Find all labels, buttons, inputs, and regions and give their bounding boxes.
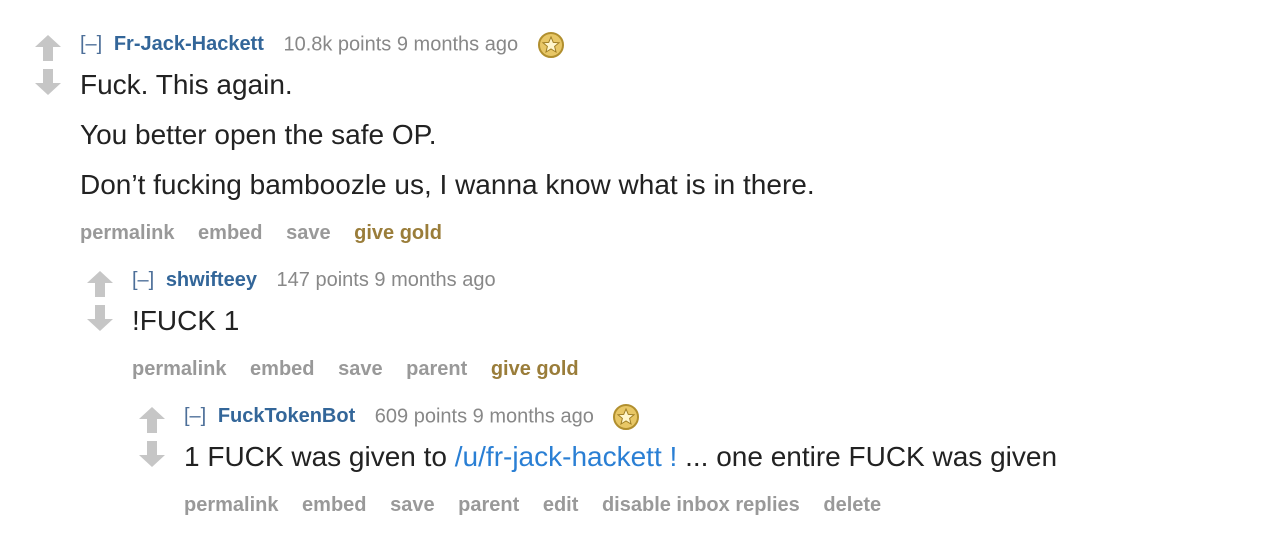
parent-button[interactable]: parent	[458, 494, 519, 516]
author-link[interactable]: Fr-Jack-Hackett	[114, 33, 264, 55]
embed-button[interactable]: embed	[198, 222, 262, 244]
comment-body: Fuck. This again. You better open the sa…	[80, 68, 815, 218]
downvote-arrow-icon[interactable]	[85, 303, 115, 333]
give-gold-button[interactable]: give gold	[354, 222, 442, 244]
embed-button[interactable]: embed	[302, 494, 366, 516]
collapse-toggle[interactable]: [–]	[132, 269, 154, 291]
body-text-pre: 1 FUCK was given to	[184, 441, 455, 472]
upvote-arrow-icon[interactable]	[137, 405, 167, 435]
comment-age: 9 months ago	[374, 269, 496, 291]
comment-score: 10.8k points	[283, 33, 392, 56]
comment-buttons: permalink embed save give gold	[80, 221, 460, 245]
comment-body: 1 FUCK was given to /u/fr-jack-hackett !…	[184, 440, 1057, 490]
parent-button[interactable]: parent	[406, 358, 467, 380]
save-button[interactable]: save	[286, 222, 331, 244]
save-button[interactable]: save	[390, 494, 435, 516]
comment-paragraph: !FUCK 1	[132, 305, 240, 336]
permalink-button[interactable]: permalink	[184, 494, 278, 516]
comment-tagline: [–] FuckTokenBot 609 points 9 months ago	[184, 404, 640, 430]
give-gold-button[interactable]: give gold	[491, 358, 579, 380]
downvote-arrow-icon[interactable]	[137, 439, 167, 469]
comment-paragraph: Fuck. This again.	[80, 69, 293, 100]
comment-paragraph: Don’t fucking bamboozle us, I wanna know…	[80, 169, 815, 200]
comment-score: 147 points	[276, 269, 369, 291]
user-link[interactable]: /u/fr-jack-hackett !	[455, 441, 678, 472]
collapse-toggle[interactable]: [–]	[80, 33, 102, 55]
comment-paragraph: 1 FUCK was given to /u/fr-jack-hackett !…	[184, 440, 1057, 474]
gilded-star-icon	[613, 404, 640, 430]
comment-paragraph: You better open the safe OP.	[80, 119, 437, 150]
comment-buttons: permalink embed save parent give gold	[132, 357, 597, 381]
comment-tagline: [–] Fr-Jack-Hackett 10.8k points 9 month…	[80, 32, 564, 58]
permalink-button[interactable]: permalink	[80, 222, 174, 244]
author-link[interactable]: shwifteey	[166, 269, 257, 291]
collapse-toggle[interactable]: [–]	[184, 405, 206, 427]
comment-tagline: [–] shwifteey 147 points 9 months ago	[132, 268, 496, 292]
disable-inbox-replies-button[interactable]: disable inbox replies	[602, 494, 800, 516]
body-text-post: ... one entire FUCK was given	[677, 441, 1058, 472]
downvote-arrow-icon[interactable]	[33, 67, 63, 97]
comment-age: 9 months ago	[396, 33, 519, 56]
save-button[interactable]: save	[338, 358, 383, 380]
upvote-arrow-icon[interactable]	[85, 269, 115, 299]
embed-button[interactable]: embed	[250, 358, 314, 380]
gilded-star-icon	[537, 32, 564, 58]
author-link[interactable]: FuckTokenBot	[218, 405, 355, 427]
permalink-button[interactable]: permalink	[132, 358, 226, 380]
upvote-arrow-icon[interactable]	[33, 33, 63, 63]
comment-score: 609 points	[374, 405, 468, 428]
edit-button[interactable]: edit	[543, 494, 579, 516]
comment-buttons: permalink embed save parent edit disable…	[184, 493, 899, 517]
comment-body: !FUCK 1	[132, 304, 239, 354]
comment-age: 9 months ago	[472, 405, 594, 428]
delete-button[interactable]: delete	[823, 494, 881, 516]
